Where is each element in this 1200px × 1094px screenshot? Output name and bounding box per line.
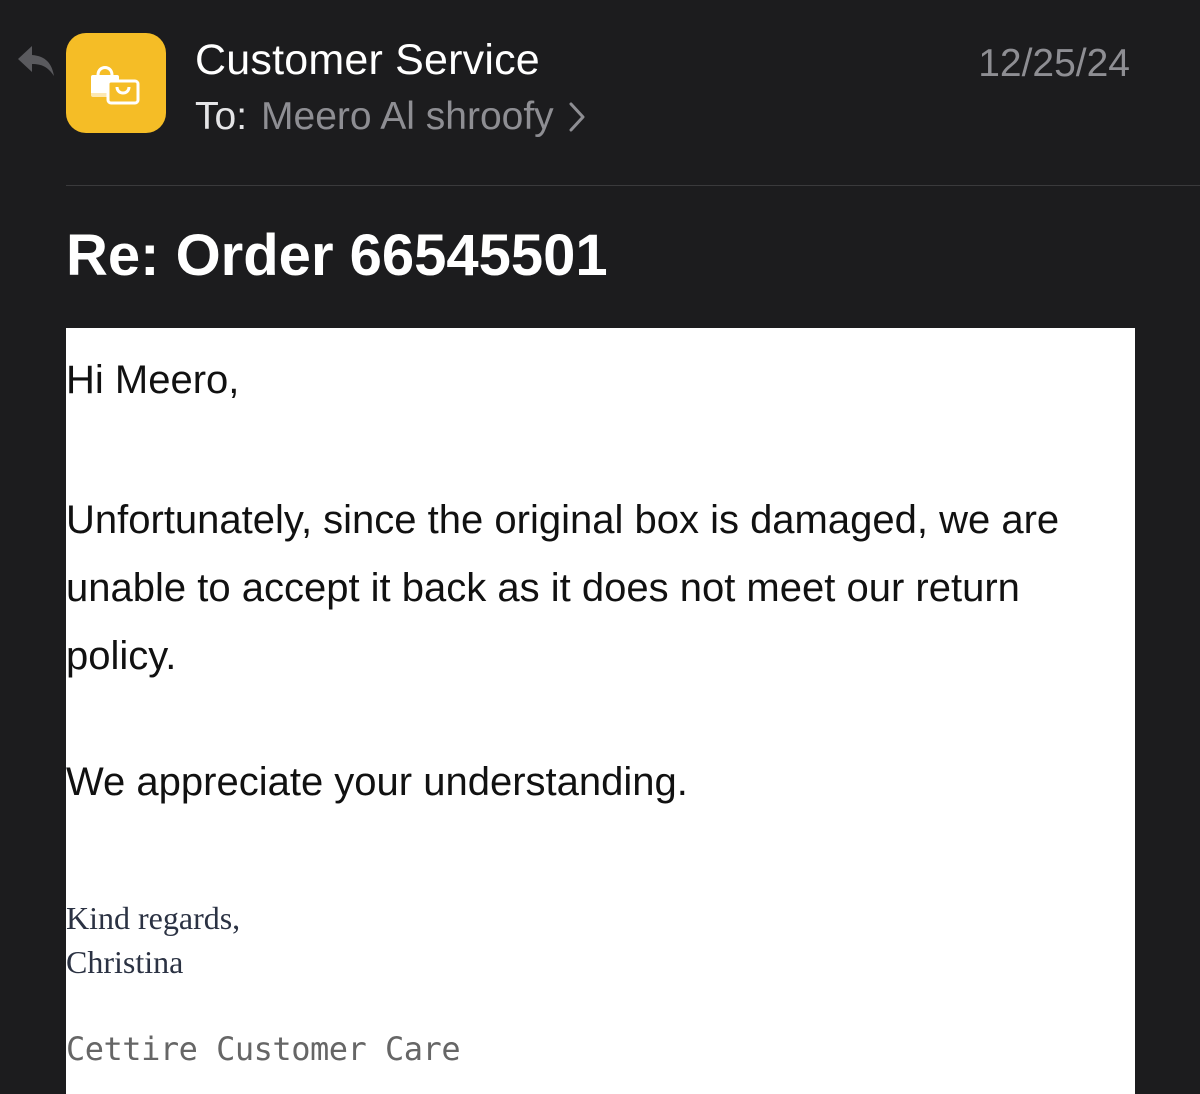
team-name: Cettire Customer Care bbox=[66, 1030, 461, 1068]
greeting-text: Hi Meero, bbox=[66, 358, 240, 402]
body-paragraph: Unfortunately, since the original box is… bbox=[66, 498, 1060, 678]
message-date: 12/25/24 bbox=[978, 42, 1130, 85]
shopping-bag-icon bbox=[91, 66, 140, 105]
signature-block: Kind regards, Christina bbox=[66, 896, 240, 984]
appreciation-text: We appreciate your understanding. bbox=[66, 760, 688, 804]
message-body: Hi Meero, Unfortunately, since the origi… bbox=[66, 328, 1135, 1094]
message-subject: Re: Order 66545501 bbox=[66, 223, 608, 288]
signoff-text: Kind regards, bbox=[66, 900, 241, 936]
header-divider bbox=[66, 185, 1200, 186]
sender-avatar bbox=[66, 33, 166, 133]
to-label: To: bbox=[195, 95, 248, 138]
sender-name[interactable]: Customer Service bbox=[195, 36, 540, 85]
chevron-right-icon[interactable] bbox=[568, 101, 586, 133]
recipient-name[interactable]: Meero Al shroofy bbox=[261, 95, 554, 139]
reply-arrow-icon[interactable] bbox=[16, 44, 56, 78]
signer-name: Christina bbox=[66, 944, 184, 980]
recipient-line[interactable]: To: Meero Al shroofy bbox=[195, 95, 586, 139]
